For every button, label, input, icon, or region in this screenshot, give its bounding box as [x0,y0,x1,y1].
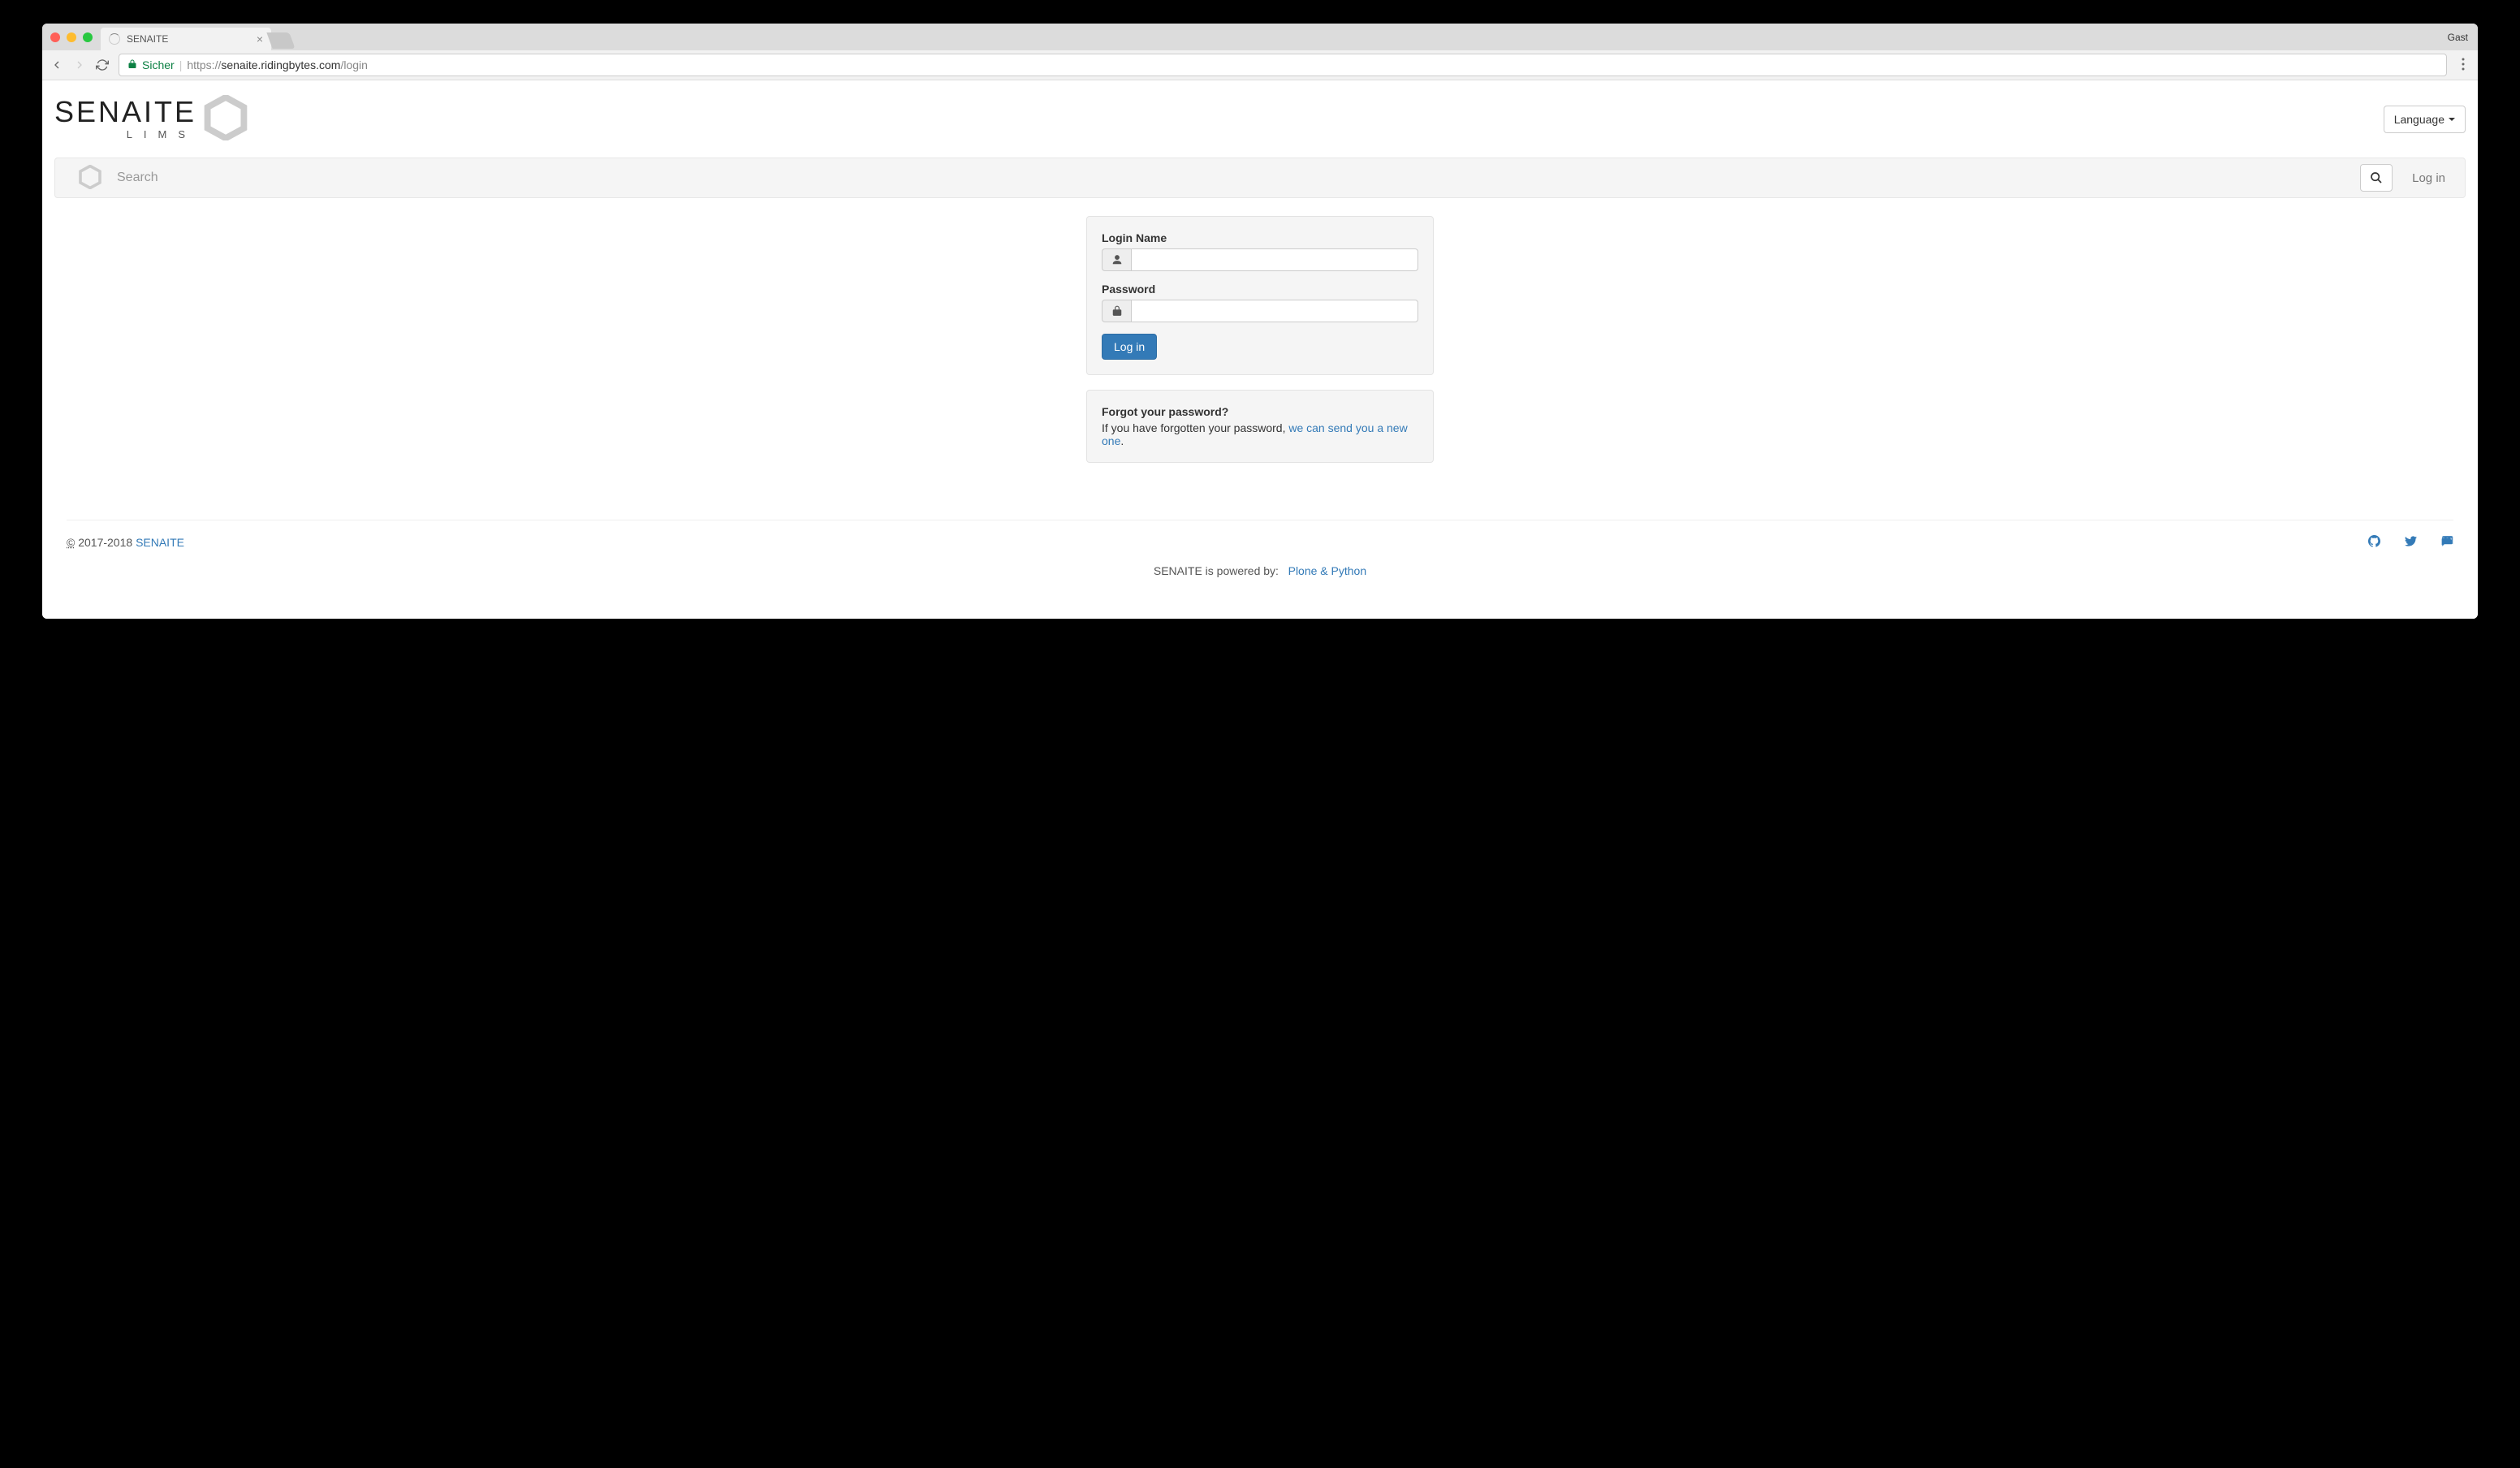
window-controls [50,32,93,42]
language-label: Language [2394,113,2444,126]
page-content: SENAITE LIMS Language Log in [42,80,2478,619]
minimize-window-button[interactable] [67,32,76,42]
secure-label: Sicher [142,58,175,71]
login-panel: Login Name Password Log in [1086,216,1434,375]
login-name-input[interactable] [1131,248,1418,271]
url-separator: | [179,58,183,71]
lock-icon [1102,300,1131,322]
twitter-icon[interactable] [2405,535,2417,550]
search-button[interactable] [2360,164,2393,192]
back-button[interactable] [50,58,63,71]
maximize-window-button[interactable] [83,32,93,42]
page-footer: © 2017-2018 SENAITE SENAITE is powered b… [67,520,2453,592]
login-name-label: Login Name [1102,231,1418,244]
browser-toolbar: Sicher | https://senaite.ridingbytes.com… [42,50,2478,80]
search-input[interactable] [117,171,2345,185]
forgot-heading: Forgot your password? [1102,405,1418,418]
user-icon [1102,248,1131,271]
tab-title: SENAITE [127,33,168,45]
page-header: SENAITE LIMS Language [42,80,2478,158]
copyright-text: © 2017-2018 SENAITE [67,536,184,549]
browser-tab-strip: SENAITE × Gast [42,24,2478,50]
browser-menu-button[interactable] [2457,58,2470,73]
password-input[interactable] [1131,300,1418,322]
forward-button[interactable] [73,58,86,71]
reload-button[interactable] [96,58,109,71]
new-tab-button[interactable] [266,32,295,49]
senaite-link[interactable]: SENAITE [136,536,184,549]
logo-text-main: SENAITE [54,97,196,127]
main-content: Login Name Password Log in [42,198,2478,495]
caret-down-icon [2449,118,2455,121]
language-dropdown[interactable]: Language [2384,106,2466,133]
login-button[interactable]: Log in [1102,334,1157,360]
login-nav-link[interactable]: Log in [2407,171,2450,185]
address-bar[interactable]: Sicher | https://senaite.ridingbytes.com… [119,54,2447,76]
lock-icon [127,58,137,71]
powered-by-text: SENAITE is powered by: Plone & Python [67,564,2453,577]
browser-tab[interactable]: SENAITE × [101,28,271,50]
hexagon-icon [203,95,248,143]
senaite-logo[interactable]: SENAITE LIMS [54,95,248,143]
social-icons [2368,535,2453,550]
github-icon[interactable] [2368,535,2380,550]
plone-python-link[interactable]: Plone & Python [1288,564,1367,577]
hexagon-icon [78,165,102,192]
url-text: https://senaite.ridingbytes.com/login [187,58,368,71]
guest-profile-label[interactable]: Gast [2448,32,2468,43]
chat-icon[interactable] [2441,535,2453,550]
forgot-password-panel: Forgot your password? If you have forgot… [1086,390,1434,463]
browser-window: SENAITE × Gast Sicher | https://senaite.… [42,24,2478,619]
password-label: Password [1102,283,1418,296]
forgot-text: If you have forgotten your password, we … [1102,421,1418,447]
close-window-button[interactable] [50,32,60,42]
loading-spinner-icon [109,33,120,45]
close-tab-button[interactable]: × [257,32,263,45]
navbar: Log in [54,158,2466,198]
logo-text-sub: LIMS [54,128,196,140]
